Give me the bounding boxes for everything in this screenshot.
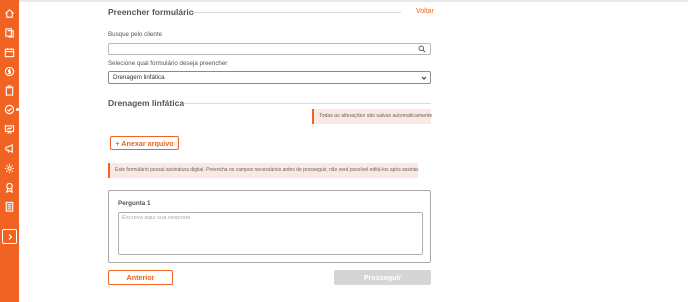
autosave-notice: Todas as alterações são salvas automatic… bbox=[312, 109, 432, 124]
clipboard-icon[interactable] bbox=[3, 84, 16, 97]
checklist-icon[interactable] bbox=[3, 200, 16, 213]
question-card: Pergunta 1 Escreva aqui sua resposta bbox=[108, 190, 431, 263]
calendar-icon[interactable] bbox=[3, 46, 16, 59]
title-divider bbox=[190, 12, 401, 13]
home-icon[interactable] bbox=[3, 7, 16, 20]
active-indicator bbox=[16, 108, 19, 111]
chevron-down-icon bbox=[421, 76, 427, 80]
search-icon bbox=[418, 45, 426, 53]
form-select[interactable]: Drenagem linfática bbox=[108, 71, 431, 84]
previous-button[interactable]: Anterior bbox=[108, 270, 173, 285]
badge-icon[interactable] bbox=[3, 181, 16, 194]
check-circle-icon[interactable] bbox=[3, 103, 16, 116]
form-select-value: Drenagem linfática bbox=[113, 74, 165, 81]
money-icon[interactable] bbox=[3, 65, 16, 78]
sidebar-expand-button[interactable] bbox=[2, 229, 17, 244]
attach-file-button[interactable]: + Anexar arquivo bbox=[110, 136, 179, 150]
proceed-button[interactable]: Prosseguir bbox=[334, 270, 431, 285]
client-search-input[interactable] bbox=[108, 43, 431, 55]
back-link[interactable]: Voltar bbox=[416, 8, 434, 15]
answer-textarea[interactable]: Escreva aqui sua resposta bbox=[118, 212, 423, 255]
gear-icon[interactable] bbox=[3, 162, 16, 175]
question-label: Pergunta 1 bbox=[118, 200, 151, 207]
section-divider bbox=[184, 103, 431, 104]
search-label: Busque pelo cliente bbox=[108, 31, 163, 38]
megaphone-icon[interactable] bbox=[3, 142, 16, 155]
documents-icon[interactable] bbox=[3, 26, 16, 39]
page-title: Preencher formulário bbox=[108, 7, 194, 17]
section-title: Drenagem linfática bbox=[108, 98, 185, 108]
signature-notice: Este formulário possui assinatura digita… bbox=[108, 163, 419, 178]
chevron-right-icon bbox=[8, 233, 12, 240]
presentation-icon[interactable] bbox=[3, 123, 16, 136]
form-select-label: Selecione qual formulário deseja preench… bbox=[108, 60, 228, 67]
sidebar bbox=[0, 0, 19, 302]
top-divider bbox=[19, 0, 688, 2]
